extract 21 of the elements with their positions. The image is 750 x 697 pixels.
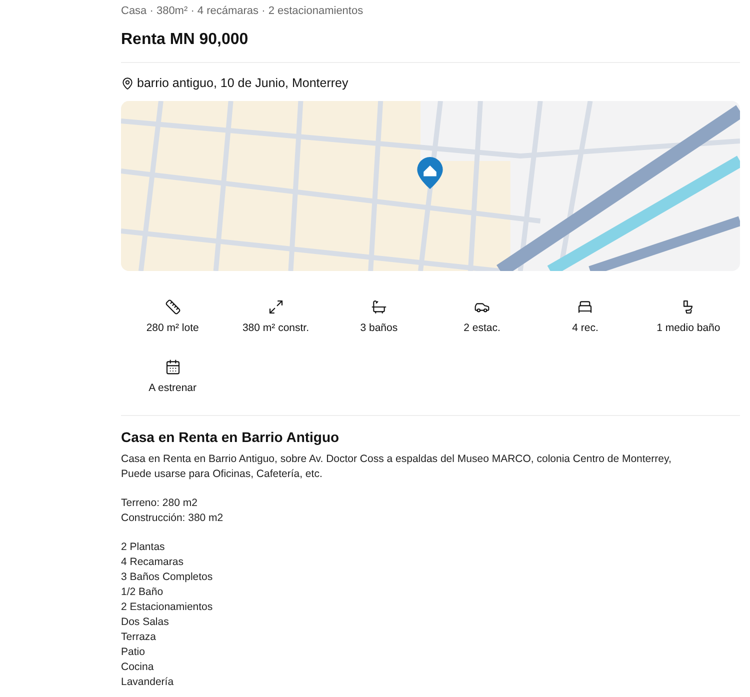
feature-label: 280 m² lote	[146, 321, 199, 335]
description-paragraph: 2 Plantas 4 Recamaras 3 Baños Completos 1/2 Baño 2 Estacionamientos Dos Salas Terraza Patio Cocina Lavandería	[121, 540, 214, 690]
description-paragraph: Terreno: 280 m2 Construcción: 380 m2	[121, 496, 224, 526]
bathtub-icon	[370, 299, 387, 315]
feature-label: 3 baños	[360, 321, 398, 335]
map-pin-icon	[417, 157, 443, 189]
bed-icon	[577, 299, 594, 315]
ruler-icon	[164, 299, 181, 315]
expand-icon	[268, 299, 284, 315]
calendar-icon	[164, 359, 181, 375]
location-pin-icon	[121, 76, 134, 90]
description-paragraph: Casa en Renta en Barrio Antiguo, sobre Av. Doctor Coss a espaldas del Museo MARCO, colonia Centro de Monterrey, Puede usarse para Oficinas, Cafetería, etc.	[121, 452, 672, 482]
feature-label: A estrenar	[148, 381, 197, 395]
feature-label: 4 rec.	[572, 321, 598, 335]
feature-label: 1 medio baño	[656, 321, 720, 335]
description-title: Casa en Renta en Barrio Antiguo	[121, 428, 340, 446]
feature-label: 380 m² constr.	[242, 321, 309, 335]
listing-summary: Casa · 380m² · 4 recámaras · 2 estacionamientos	[121, 4, 364, 18]
feature-label: 2 estac.	[464, 321, 500, 335]
price: Renta MN 90,000	[121, 30, 250, 50]
location-address: barrio antiguo, 10 de Junio, Monterrey	[137, 75, 348, 91]
